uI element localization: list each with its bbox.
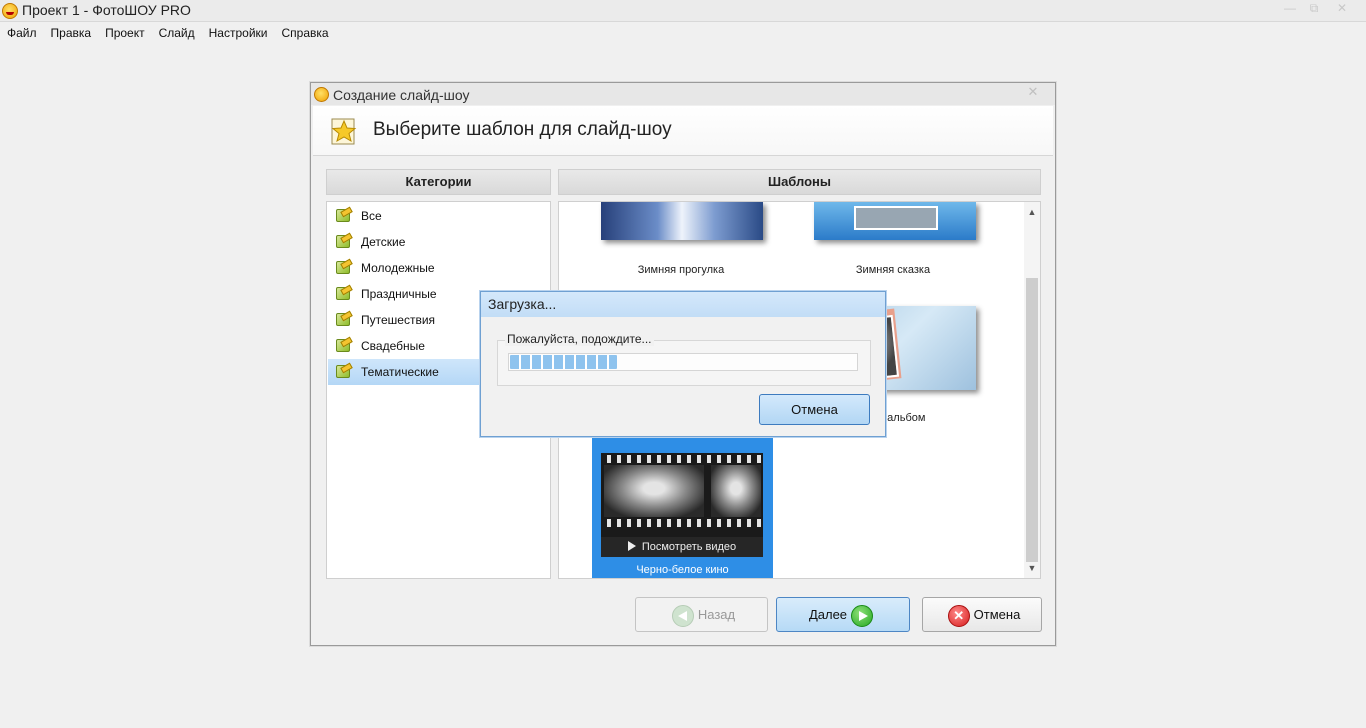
category-edit-icon	[336, 209, 350, 222]
page-title: Выберите шаблон для слайд-шоу	[373, 119, 672, 140]
next-button[interactable]: Далее	[776, 597, 910, 632]
templates-scrollbar[interactable]: ▲ ▼	[1024, 202, 1040, 578]
maximize-icon[interactable]: ⧉	[1302, 1, 1326, 15]
loading-titlebar: Загрузка...	[481, 292, 885, 317]
wizard-close-icon[interactable]: ✕	[1025, 84, 1041, 99]
category-label: Праздничные	[361, 287, 437, 301]
loading-message: Пожалуйста, подождите...	[505, 332, 654, 346]
categories-header: Категории	[326, 169, 551, 195]
menu-edit[interactable]: Правка	[44, 24, 99, 42]
category-kids[interactable]: Детские	[328, 229, 549, 255]
category-edit-icon	[336, 313, 350, 326]
category-edit-icon	[336, 235, 350, 248]
menu-settings[interactable]: Настройки	[202, 24, 275, 42]
cancel-icon: ✕	[947, 604, 970, 627]
play-icon	[627, 541, 636, 551]
arrow-left-icon	[671, 604, 694, 627]
watch-video-label: Посмотреть видео	[641, 541, 737, 553]
category-all[interactable]: Все	[328, 203, 549, 229]
cancel-label: Отмена	[973, 607, 1021, 622]
watch-video-button[interactable]: Посмотреть видео	[601, 537, 763, 557]
category-edit-icon	[336, 261, 350, 274]
category-label: Тематические	[361, 365, 439, 379]
category-label: Все	[361, 209, 382, 223]
category-label: Свадебные	[361, 339, 425, 353]
category-edit-icon	[336, 339, 350, 352]
scroll-thumb[interactable]	[1026, 278, 1038, 562]
template-label: Зимняя прогулка	[637, 264, 725, 276]
template-thumbnail	[814, 202, 976, 240]
menu-project[interactable]: Проект	[98, 24, 152, 42]
back-button[interactable]: Назад	[635, 597, 768, 632]
cancel-button[interactable]: ✕ Отмена	[922, 597, 1042, 632]
back-label: Назад	[697, 607, 736, 622]
close-icon[interactable]: ✕	[1330, 1, 1354, 15]
loading-dialog: Загрузка... Пожалуйста, подождите... Отм…	[480, 291, 886, 437]
arrow-right-icon	[851, 604, 874, 627]
progress-fill	[510, 355, 617, 369]
menu-help[interactable]: Справка	[274, 24, 335, 42]
menu-slide[interactable]: Слайд	[152, 24, 202, 42]
wizard-titlebar: Создание слайд-шоу ✕	[311, 83, 1055, 105]
category-edit-icon	[336, 365, 350, 378]
scroll-down-icon[interactable]: ▼	[1024, 560, 1040, 576]
menu-file[interactable]: Файл	[0, 24, 44, 42]
film-frame	[604, 465, 704, 517]
template-thumbnail	[601, 202, 763, 240]
template-label: Зимняя сказка	[855, 264, 931, 276]
minimize-icon[interactable]: —	[1278, 1, 1302, 15]
category-label: Молодежные	[361, 261, 435, 275]
app-titlebar: Проект 1 - ФотоШОУ PRO — ⧉ ✕	[0, 0, 1366, 22]
wizard-title: Создание слайд-шоу	[333, 87, 470, 103]
menu-bar: Файл Правка Проект Слайд Настройки Справ…	[0, 24, 336, 42]
loading-cancel-button[interactable]: Отмена	[759, 394, 870, 425]
film-strip	[601, 519, 763, 527]
category-edit-icon	[336, 287, 350, 300]
wizard-app-icon	[314, 87, 329, 102]
category-youth[interactable]: Молодежные	[328, 255, 549, 281]
template-bw-cinema[interactable]: Посмотреть видео Черно-белое кино	[592, 438, 773, 578]
templates-header: Шаблоны	[558, 169, 1041, 195]
next-label: Далее	[808, 607, 848, 622]
loading-progress-bar	[508, 353, 858, 371]
wizard-header: Выберите шаблон для слайд-шоу	[313, 106, 1053, 156]
film-frame	[711, 465, 761, 517]
app-title: Проект 1 - ФотоШОУ PRO	[22, 2, 191, 18]
category-label: Детские	[361, 235, 406, 249]
film-strip	[601, 455, 763, 463]
app-logo-icon	[2, 3, 18, 19]
template-label: Черно-белое кино	[636, 564, 729, 576]
loading-title: Загрузка...	[488, 296, 557, 312]
scroll-up-icon[interactable]: ▲	[1024, 204, 1040, 220]
star-document-icon	[331, 118, 357, 145]
template-thumbnail: Посмотреть видео	[601, 453, 763, 557]
category-label: Путешествия	[361, 313, 436, 327]
